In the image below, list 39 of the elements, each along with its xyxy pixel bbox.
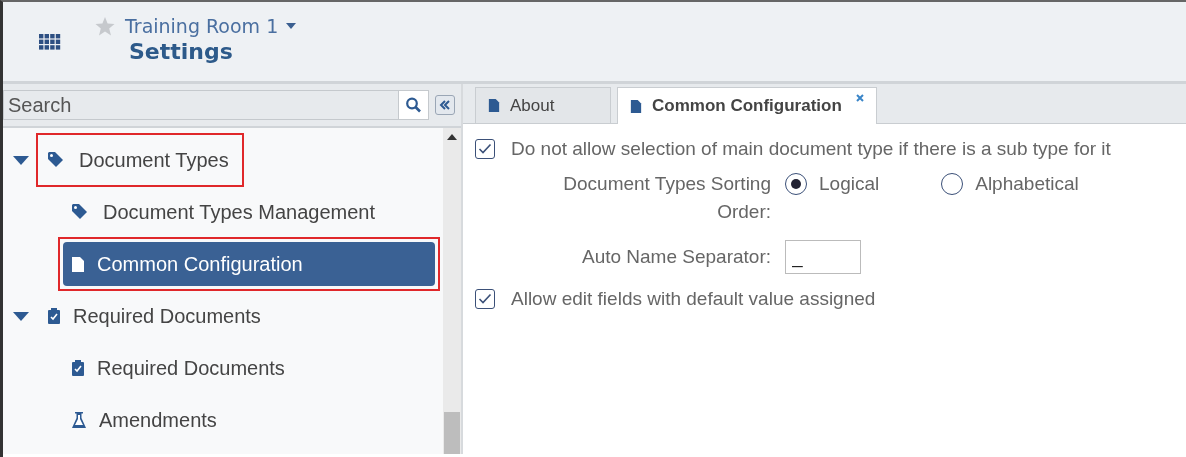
tree-item[interactable]: Document Types Management [63, 190, 435, 234]
field-label: Auto Name Separator: [580, 245, 771, 269]
app-grid-icon[interactable] [39, 33, 61, 50]
document-icon [630, 98, 642, 114]
checkbox[interactable] [475, 139, 495, 159]
search-icon[interactable] [399, 90, 429, 120]
tab[interactable]: About [475, 87, 611, 123]
clipboard-check-icon [47, 307, 61, 325]
star-icon[interactable] [95, 16, 115, 36]
tree-item[interactable]: Required Documents [63, 346, 435, 390]
checkbox-label: Allow edit fields with default value assigned [511, 288, 876, 310]
close-icon[interactable] [855, 94, 864, 102]
radio-label: Alphabetical [975, 172, 1079, 196]
checkbox-label: Do not allow selection of main document type if there is a sub type for it [511, 138, 1111, 160]
caret-icon[interactable] [13, 155, 29, 165]
document-icon [488, 98, 500, 113]
document-icon [71, 255, 85, 273]
checkbox[interactable] [475, 289, 495, 309]
caret-icon[interactable] [13, 311, 29, 321]
scroll-up-arrow-icon[interactable] [447, 134, 457, 140]
tab[interactable]: Common Configuration [617, 87, 877, 124]
clipboard-check-icon [71, 359, 85, 377]
search-field[interactable]: Search [3, 90, 399, 120]
tree-item[interactable]: Amendments [63, 398, 435, 442]
field-label: Document Types Sorting Order: [562, 172, 771, 224]
page-title: Settings [129, 39, 234, 64]
checkmark-icon [478, 293, 492, 305]
scrollbar[interactable] [443, 128, 461, 454]
tree-item[interactable]: Common Configuration [63, 242, 435, 286]
collapse-sidebar-icon[interactable] [435, 95, 455, 115]
tree-item[interactable]: Document Types [41, 138, 239, 182]
tree-item[interactable]: Required Documents [41, 294, 271, 338]
scrollbar-thumb[interactable] [444, 412, 460, 454]
input-field[interactable]: _ [785, 240, 861, 274]
flask-icon [71, 411, 87, 429]
workspace-name[interactable]: Training Room 1 [125, 15, 279, 37]
checkmark-icon [478, 143, 492, 155]
radio-label: Logical [819, 172, 880, 196]
dropdown-caret-icon[interactable] [286, 23, 297, 29]
